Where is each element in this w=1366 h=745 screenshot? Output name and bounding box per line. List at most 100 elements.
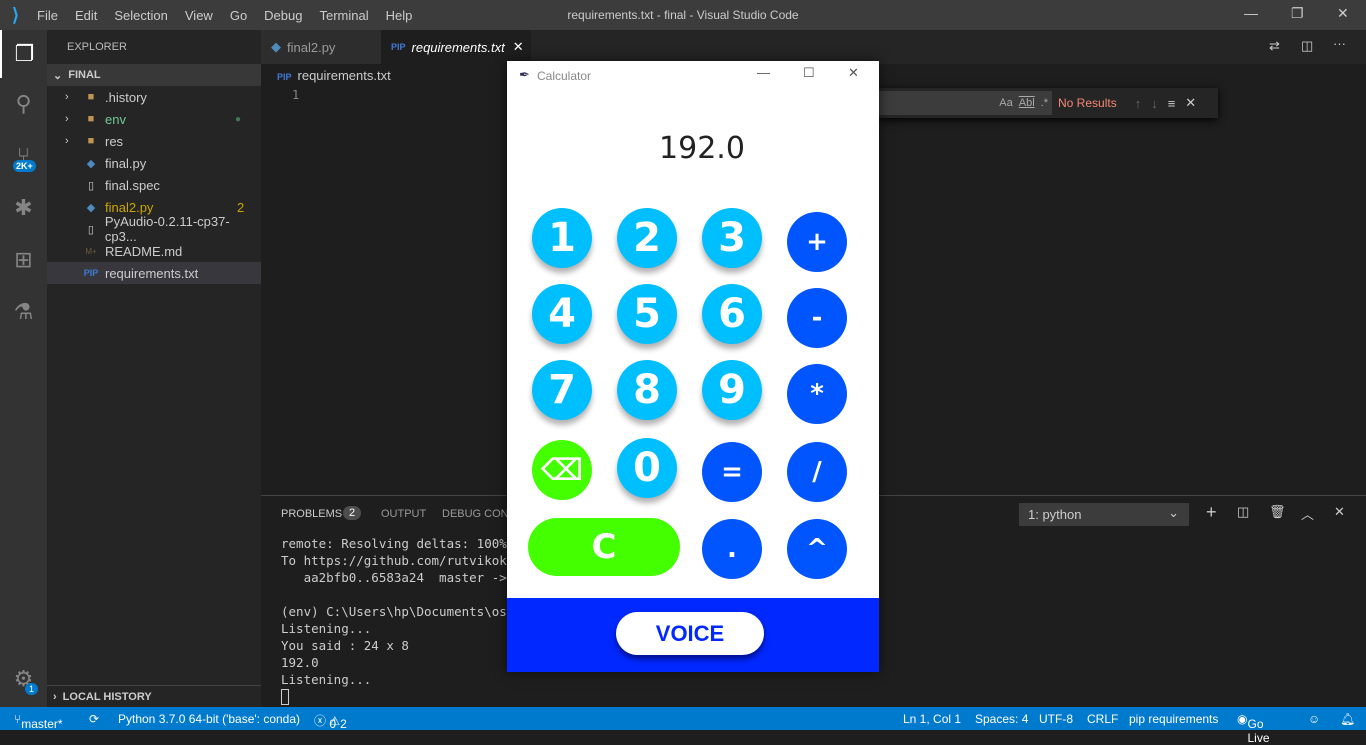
digit-6-button[interactable]: 6 — [702, 284, 762, 344]
digit-3-button[interactable]: 3 — [702, 208, 762, 268]
close-find-icon[interactable]: ✕ — [1185, 95, 1196, 111]
digit-5-button[interactable]: 5 — [617, 284, 677, 344]
menu-terminal[interactable]: Terminal — [319, 8, 368, 23]
digit-7-button[interactable]: 7 — [532, 360, 592, 420]
folder-final[interactable]: ⌄ FINAL — [47, 64, 261, 86]
plus-button[interactable]: + — [787, 212, 847, 272]
decimal-button[interactable]: . — [702, 519, 762, 579]
digit-9-button[interactable]: 9 — [702, 360, 762, 420]
match-case-toggle[interactable]: Aa — [999, 97, 1012, 109]
regex-toggle[interactable]: .* — [1041, 97, 1048, 109]
restore-button[interactable]: ❐ — [1291, 5, 1304, 22]
python-icon: ◆ — [86, 157, 96, 170]
menu-view[interactable]: View — [185, 8, 213, 23]
test-flask-icon[interactable]: ⚗ — [0, 288, 47, 336]
backspace-icon[interactable]: ⌫ — [532, 440, 592, 500]
cursor-position[interactable]: Ln 1, Col 1 — [903, 712, 961, 726]
terminal-cursor[interactable] — [281, 689, 289, 705]
source-control-icon[interactable]: ⑂ 2K+ — [0, 132, 47, 180]
power-button[interactable]: ^ — [787, 519, 847, 579]
editor-tabs: ◆ final2.py PIP requirements.txt ✕ ⇄ ◫ ··· — [261, 30, 1366, 64]
tree-item-requirements[interactable]: PIP requirements.txt — [47, 262, 261, 284]
sync-icon[interactable]: ⟳ — [89, 712, 99, 726]
calc-minimize-button[interactable]: — — [757, 65, 770, 80]
digit-2-button[interactable]: 2 — [617, 208, 677, 268]
tab-output[interactable]: OUTPUT — [381, 508, 426, 520]
menu-file[interactable]: File — [37, 8, 58, 23]
split-terminal-icon[interactable]: ◫ — [1237, 504, 1249, 520]
problems-status[interactable]: ⓧ 0 ⚠ 2 — [314, 712, 347, 731]
digit-8-button[interactable]: 8 — [617, 360, 677, 420]
folder-icon: ■ — [87, 113, 95, 125]
equals-button[interactable]: = — [702, 442, 762, 502]
tree-item-pyaudio[interactable]: ▯ PyAudio-0.2.11-cp37-cp3... — [47, 214, 261, 244]
digit-1-button[interactable]: 1 — [532, 208, 592, 268]
digit-0-button[interactable]: 0 — [617, 438, 677, 498]
debug-icon[interactable]: ✱ — [0, 184, 47, 232]
trash-icon[interactable]: 🗑 — [1269, 504, 1286, 520]
minimize-button[interactable]: — — [1244, 5, 1258, 21]
calculator-window: ✒ Calculator — ☐ ✕ 192.0 1 2 3 +4 5 6- 7 8 9 * ⌫ 0 =… — [507, 61, 879, 672]
go-live-button[interactable]: ◉ Go Live — [1237, 712, 1270, 745]
multiply-button[interactable]: * — [787, 364, 847, 424]
voice-button[interactable]: VOICE — [616, 612, 764, 655]
tab-close-icon[interactable]: ✕ — [513, 39, 524, 55]
file-icon: ▯ — [87, 179, 95, 192]
feather-icon: ✒ — [519, 67, 530, 82]
menu-selection[interactable]: Selection — [114, 8, 167, 23]
language-mode[interactable]: pip requirements — [1129, 712, 1218, 726]
tab-debug-console[interactable]: DEBUG CONS — [442, 508, 516, 520]
settings-gear-icon[interactable]: ⚙ 1 — [0, 655, 47, 703]
terminal-select[interactable]: 1: python ⌄ — [1019, 503, 1189, 526]
feedback-icon[interactable]: ☺ — [1308, 712, 1320, 726]
breadcrumb[interactable]: PIP requirements.txt — [277, 68, 391, 83]
search-icon[interactable]: ⚲ — [0, 80, 47, 128]
file-icon: ▯ — [87, 223, 94, 236]
extensions-icon[interactable]: ⊞ — [0, 236, 47, 284]
next-match-icon[interactable]: ↓ — [1151, 96, 1158, 111]
split-editor-icon[interactable]: ◫ — [1301, 38, 1313, 54]
minus-button[interactable]: - — [787, 288, 847, 348]
tree-item-readme[interactable]: M+ README.md — [47, 240, 261, 262]
previous-match-icon[interactable]: ↑ — [1135, 96, 1142, 111]
calc-close-button[interactable]: ✕ — [848, 65, 859, 81]
tree-item-history[interactable]: › ■ .history — [47, 86, 261, 108]
divide-button[interactable]: / — [787, 442, 847, 502]
calculator-title-bar: ✒ Calculator — ☐ ✕ — [507, 61, 879, 89]
tree-item-res[interactable]: › ■ res — [47, 130, 261, 152]
branch-status[interactable]: ⑂ master* — [14, 712, 63, 731]
tab-final2-py[interactable]: ◆ final2.py — [261, 30, 381, 64]
maximize-panel-icon[interactable]: ︿ — [1301, 504, 1314, 523]
voice-footer: VOICE — [507, 598, 879, 672]
open-changes-icon[interactable]: ⇄ — [1269, 38, 1280, 54]
explorer-icon[interactable]: ❐ — [0, 30, 47, 78]
tab-requirements-txt[interactable]: PIP requirements.txt ✕ — [381, 30, 531, 64]
encoding[interactable]: UTF-8 — [1039, 712, 1073, 726]
new-terminal-icon[interactable]: + — [1206, 502, 1217, 523]
menu-debug[interactable]: Debug — [264, 8, 302, 23]
digit-4-button[interactable]: 4 — [532, 284, 592, 344]
terminal-line: Listening... — [281, 621, 372, 636]
notifications-bell-icon[interactable]: 🔔︎ — [1340, 712, 1355, 726]
more-actions-icon[interactable]: ··· — [1333, 36, 1346, 51]
problems-count-badge: 2 — [343, 506, 362, 520]
indentation[interactable]: Spaces: 4 — [975, 712, 1028, 726]
tab-problems[interactable]: PROBLEMS — [281, 508, 342, 520]
close-button[interactable]: ✕ — [1337, 5, 1349, 22]
line-ending[interactable]: CRLF — [1087, 712, 1118, 726]
find-in-selection-icon[interactable]: ≡ — [1168, 96, 1176, 111]
tree-item-final-spec[interactable]: ▯ final.spec — [47, 174, 261, 196]
tree-item-final-py[interactable]: ◆ final.py — [47, 152, 261, 174]
find-input[interactable]: Aa Abl .* — [878, 91, 1052, 115]
menu-edit[interactable]: Edit — [75, 8, 97, 23]
calc-maximize-button[interactable]: ☐ — [803, 65, 815, 81]
clear-button[interactable]: C — [528, 518, 680, 576]
menu-go[interactable]: Go — [230, 8, 247, 23]
whole-word-toggle[interactable]: Abl — [1019, 97, 1035, 109]
tree-item-env[interactable]: › ■ env ● — [47, 108, 261, 130]
python-interpreter[interactable]: Python 3.7.0 64-bit ('base': conda) — [118, 712, 300, 726]
scm-badge: 2K+ — [13, 160, 36, 172]
close-panel-icon[interactable]: ✕ — [1334, 504, 1345, 520]
local-history-section[interactable]: › LOCAL HISTORY — [47, 685, 261, 707]
menu-help[interactable]: Help — [386, 8, 413, 23]
